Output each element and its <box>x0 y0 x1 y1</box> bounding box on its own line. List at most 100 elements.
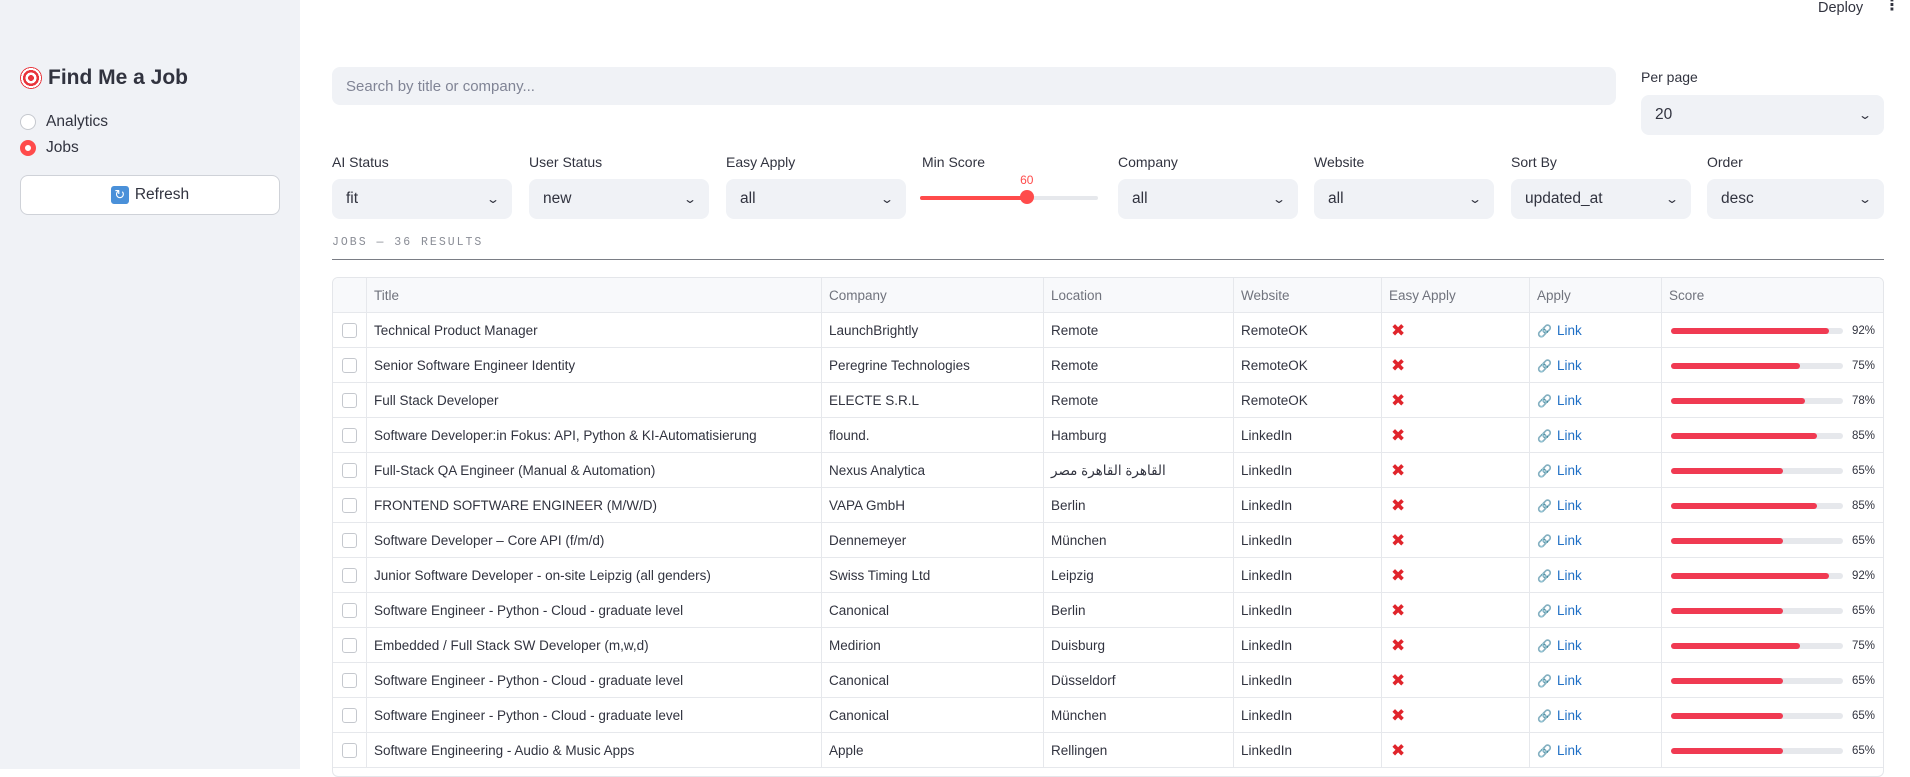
deploy-button[interactable]: Deploy <box>1818 0 1863 16</box>
row-select-cell[interactable] <box>333 593 367 628</box>
cell-easy-apply[interactable]: ✖ <box>1382 663 1530 698</box>
cell-apply[interactable]: 🔗 Link <box>1530 558 1662 593</box>
cell-company[interactable]: Nexus Analytica <box>822 453 1044 488</box>
min-score-slider[interactable] <box>920 190 1098 204</box>
cell-easy-apply[interactable]: ✖ <box>1382 348 1530 383</box>
cell-location[interactable]: Berlin <box>1044 488 1234 523</box>
cell-location[interactable]: القاهرة القاهرة مصر <box>1044 453 1234 488</box>
cell-website[interactable]: LinkedIn <box>1234 488 1382 523</box>
column-header-easy-apply[interactable]: Easy Apply <box>1382 278 1530 313</box>
row-checkbox[interactable] <box>342 743 357 758</box>
refresh-button[interactable]: ↻ Refresh <box>20 175 280 215</box>
cell-easy-apply[interactable]: ✖ <box>1382 733 1530 768</box>
cell-location[interactable]: Rellingen <box>1044 733 1234 768</box>
cell-score[interactable]: 65% <box>1662 523 1883 558</box>
cell-location[interactable]: München <box>1044 698 1234 733</box>
cell-apply[interactable]: 🔗 Link <box>1530 733 1662 768</box>
cell-website[interactable]: LinkedIn <box>1234 593 1382 628</box>
row-select-cell[interactable] <box>333 313 367 348</box>
cell-location[interactable]: Remote <box>1044 348 1234 383</box>
cell-title[interactable]: Software Engineer - Python - Cloud - gra… <box>367 663 822 698</box>
cell-score[interactable]: 65% <box>1662 453 1883 488</box>
cell-company[interactable]: Canonical <box>822 663 1044 698</box>
cell-apply[interactable]: 🔗 Link <box>1530 523 1662 558</box>
cell-apply[interactable]: 🔗 Link <box>1530 628 1662 663</box>
row-checkbox[interactable] <box>342 603 357 618</box>
apply-link[interactable]: 🔗 Link <box>1537 743 1582 758</box>
cell-easy-apply[interactable]: ✖ <box>1382 698 1530 733</box>
cell-score[interactable]: 65% <box>1662 733 1883 768</box>
column-header-company[interactable]: Company <box>822 278 1044 313</box>
cell-location[interactable]: Remote <box>1044 383 1234 418</box>
cell-score[interactable]: 85% <box>1662 488 1883 523</box>
cell-title[interactable]: Full-Stack QA Engineer (Manual & Automat… <box>367 453 822 488</box>
cell-title[interactable]: Technical Product Manager <box>367 313 822 348</box>
cell-title[interactable]: Embedded / Full Stack SW Developer (m,w,… <box>367 628 822 663</box>
sort-by-select[interactable]: updated_at ⌄ <box>1511 179 1691 219</box>
jobs-table[interactable]: Title Company Location Website Easy Appl… <box>332 277 1884 777</box>
cell-title[interactable]: Junior Software Developer - on-site Leip… <box>367 558 822 593</box>
radio-checked-icon[interactable] <box>20 140 36 156</box>
apply-link[interactable]: 🔗 Link <box>1537 673 1582 688</box>
cell-website[interactable]: LinkedIn <box>1234 663 1382 698</box>
apply-link[interactable]: 🔗 Link <box>1537 358 1582 373</box>
cell-company[interactable]: LaunchBrightly <box>822 313 1044 348</box>
row-select-cell[interactable] <box>333 733 367 768</box>
apply-link[interactable]: 🔗 Link <box>1537 603 1582 618</box>
table-row[interactable]: Software Engineer - Python - Cloud - gra… <box>333 593 1883 628</box>
search-input[interactable] <box>332 67 1616 105</box>
company-select[interactable]: all ⌄ <box>1118 179 1298 219</box>
cell-score[interactable]: 92% <box>1662 558 1883 593</box>
row-select-cell[interactable] <box>333 488 367 523</box>
apply-link[interactable]: 🔗 Link <box>1537 638 1582 653</box>
cell-website[interactable]: RemoteOK <box>1234 313 1382 348</box>
cell-title[interactable]: Software Engineer - Python - Cloud - gra… <box>367 593 822 628</box>
cell-location[interactable]: Leipzig <box>1044 558 1234 593</box>
row-select-cell[interactable] <box>333 348 367 383</box>
cell-apply[interactable]: 🔗 Link <box>1530 488 1662 523</box>
cell-website[interactable]: LinkedIn <box>1234 558 1382 593</box>
cell-location[interactable]: Duisburg <box>1044 628 1234 663</box>
row-checkbox[interactable] <box>342 673 357 688</box>
nav-radio-jobs[interactable]: Jobs <box>20 139 79 157</box>
column-header-apply[interactable]: Apply <box>1530 278 1662 313</box>
cell-easy-apply[interactable]: ✖ <box>1382 593 1530 628</box>
cell-easy-apply[interactable]: ✖ <box>1382 383 1530 418</box>
table-row[interactable]: Senior Software Engineer Identity Peregri… <box>333 348 1883 383</box>
apply-link[interactable]: 🔗 Link <box>1537 463 1582 478</box>
cell-location[interactable]: Düsseldorf <box>1044 663 1234 698</box>
table-row[interactable]: Embedded / Full Stack SW Developer (m,w,… <box>333 628 1883 663</box>
cell-website[interactable]: LinkedIn <box>1234 523 1382 558</box>
cell-title[interactable]: Software Developer – Core API (f/m/d) <box>367 523 822 558</box>
cell-apply[interactable]: 🔗 Link <box>1530 698 1662 733</box>
apply-link[interactable]: 🔗 Link <box>1537 323 1582 338</box>
cell-website[interactable]: RemoteOK <box>1234 383 1382 418</box>
row-checkbox[interactable] <box>342 568 357 583</box>
cell-score[interactable]: 85% <box>1662 418 1883 453</box>
apply-link[interactable]: 🔗 Link <box>1537 428 1582 443</box>
column-header-score[interactable]: Score <box>1662 278 1883 313</box>
cell-score[interactable]: 78% <box>1662 383 1883 418</box>
table-row[interactable]: Software Engineering - Audio & Music App… <box>333 733 1883 768</box>
cell-title[interactable]: Software Engineer - Python - Cloud - gra… <box>367 698 822 733</box>
column-header-title[interactable]: Title <box>367 278 822 313</box>
cell-apply[interactable]: 🔗 Link <box>1530 453 1662 488</box>
cell-score[interactable]: 75% <box>1662 348 1883 383</box>
row-select-cell[interactable] <box>333 663 367 698</box>
row-checkbox[interactable] <box>342 463 357 478</box>
cell-company[interactable]: Apple <box>822 733 1044 768</box>
cell-score[interactable]: 65% <box>1662 593 1883 628</box>
cell-score[interactable]: 65% <box>1662 698 1883 733</box>
cell-title[interactable]: Software Developer:in Fokus: API, Python… <box>367 418 822 453</box>
cell-easy-apply[interactable]: ✖ <box>1382 488 1530 523</box>
apply-link[interactable]: 🔗 Link <box>1537 708 1582 723</box>
apply-link[interactable]: 🔗 Link <box>1537 568 1582 583</box>
row-select-cell[interactable] <box>333 558 367 593</box>
nav-radio-analytics[interactable]: Analytics <box>20 113 108 131</box>
cell-location[interactable]: Berlin <box>1044 593 1234 628</box>
row-checkbox[interactable] <box>342 498 357 513</box>
table-row[interactable]: Full Stack Developer ELECTE S.R.L Remote Re… <box>333 383 1883 418</box>
cell-company[interactable]: flound. <box>822 418 1044 453</box>
table-row[interactable]: Software Engineer - Python - Cloud - gra… <box>333 663 1883 698</box>
row-select-cell[interactable] <box>333 418 367 453</box>
